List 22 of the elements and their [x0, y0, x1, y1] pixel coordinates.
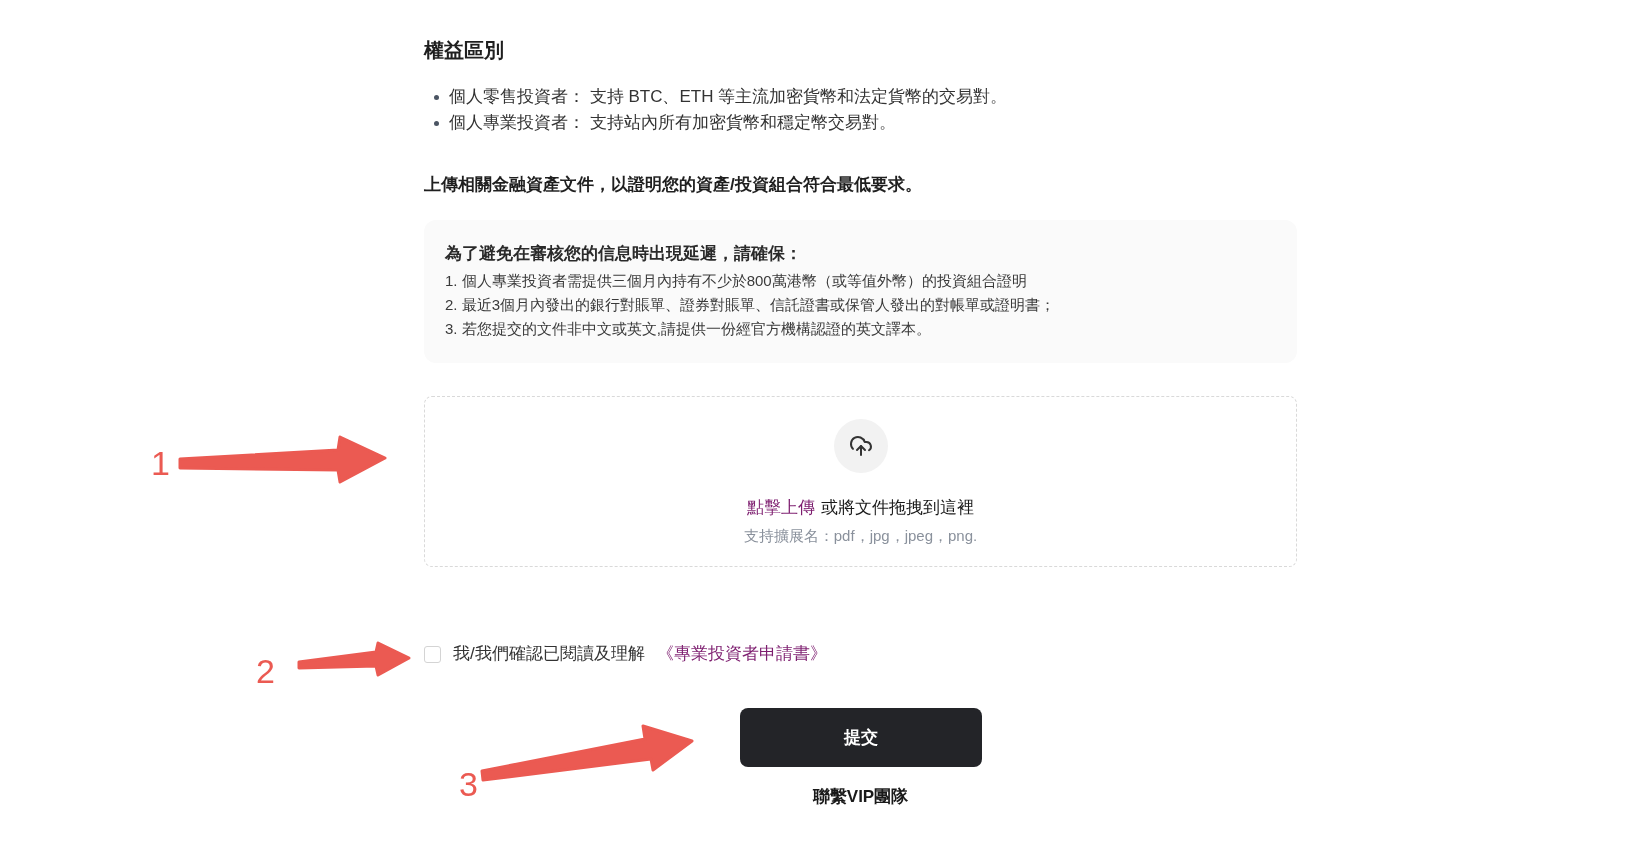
upload-link[interactable]: 點擊上傳	[747, 495, 815, 521]
annotation-number: 2	[256, 654, 275, 688]
agreement-checkbox[interactable]	[424, 645, 441, 663]
annotation-number: 1	[151, 446, 170, 480]
notice-line: 1. 個人專業投資者需提供三個月內持有不少於800萬港幣（或等值外幣）的投資組合證明	[445, 271, 1028, 291]
upload-dropzone[interactable]: 點擊上傳 或將文件拖拽到這裡 支持擴展名：pdf，jpg，jpeg，png.	[424, 396, 1297, 567]
rights-item-text: 個人專業投資者： 支持站內所有加密貨幣和穩定幣交易對。	[449, 112, 896, 134]
bullet-icon	[434, 120, 439, 126]
agreement-text: 我/我們確認已閱讀及理解	[453, 643, 645, 665]
notice-title: 為了避免在審核您的信息時出現延遲，請確保：	[445, 243, 803, 265]
upload-instruction: 上傳相關金融資產文件，以證明您的資產/投資組合符合最低要求。	[424, 174, 923, 196]
section-title: 權益區別	[424, 38, 505, 63]
notice-line: 2. 最近3個月內發出的銀行對賬單、證券對賬單、信託證書或保管人發出的對帳單或證明書；	[445, 295, 1057, 315]
drag-drop-text: 或將文件拖拽到這裡	[821, 497, 974, 519]
annotation-number: 3	[459, 767, 478, 801]
contact-vip-link[interactable]: 聯繫VIP團隊	[812, 785, 909, 809]
submit-button[interactable]: 提交	[739, 708, 982, 767]
notice-line: 3. 若您提交的文件非中文或英文,請提供一份經官方機構認證的英文譯本。	[445, 319, 932, 339]
bullet-icon	[434, 94, 439, 100]
application-form-link[interactable]: 《專業投資者申請書》	[656, 641, 827, 667]
rights-item-text: 個人零售投資者： 支持 BTC、ETH 等主流加密貨幣和法定貨幣的交易對。	[449, 86, 1008, 108]
file-types-hint: 支持擴展名：pdf，jpg，jpeg，png.	[743, 526, 978, 546]
